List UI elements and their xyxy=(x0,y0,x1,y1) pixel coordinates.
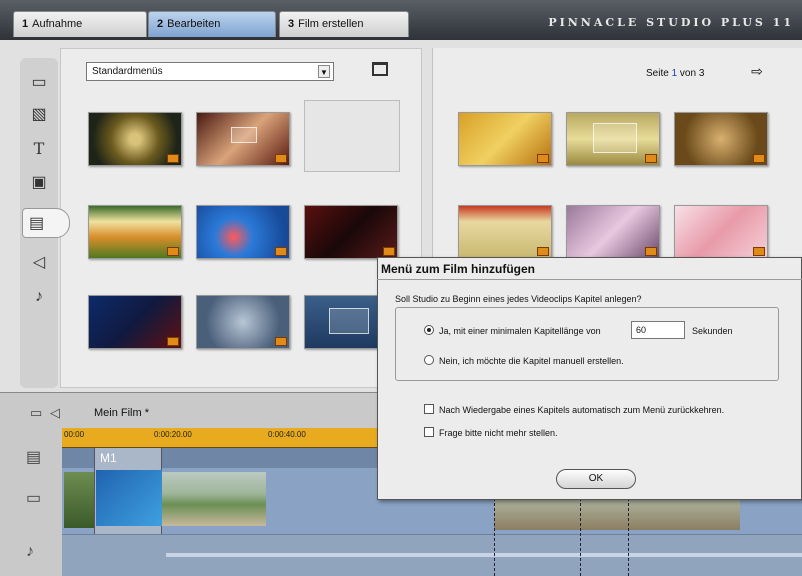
tab-label: Aufnahme xyxy=(32,18,83,30)
video-clip[interactable] xyxy=(162,472,266,526)
film-title: Mein Film * xyxy=(94,407,150,419)
menu-badge-icon xyxy=(167,247,179,256)
disc-menu-icon: ▤ xyxy=(29,215,45,232)
ok-button[interactable]: OK xyxy=(556,469,636,489)
menu-thumbnail[interactable] xyxy=(458,205,552,259)
page-prefix: Seite xyxy=(646,68,672,79)
audio-waveform xyxy=(166,553,802,557)
dialog-question: Soll Studio zu Beginn eines jedes Videoc… xyxy=(395,294,642,304)
menu-thumbnail[interactable] xyxy=(196,295,290,349)
menu-panel xyxy=(329,308,369,334)
menu-thumbnail[interactable] xyxy=(674,112,768,166)
menu-badge-icon xyxy=(645,154,657,163)
transition-icon[interactable]: ▧ xyxy=(28,104,50,126)
menu-thumbnail[interactable] xyxy=(196,205,290,259)
page-indicator: Seite 1 von 3 xyxy=(646,68,704,79)
sound-effects-icon[interactable]: ◁ xyxy=(28,252,50,274)
tab-number: 2 xyxy=(157,18,164,30)
radio-yes[interactable] xyxy=(424,325,434,335)
video-track-icon[interactable]: ▭ xyxy=(30,405,42,421)
return-to-menu-label: Nach Wiedergabe eines Kapitels automatis… xyxy=(439,405,725,415)
menu-badge-icon xyxy=(275,337,287,346)
title-icon[interactable]: T xyxy=(28,138,50,160)
chevron-down-icon[interactable]: ▼ xyxy=(318,65,330,78)
menu-badge-icon xyxy=(167,337,179,346)
menu-thumbnail[interactable] xyxy=(88,205,182,259)
menu-thumbnail[interactable] xyxy=(88,295,182,349)
menu-badge-icon xyxy=(167,154,179,163)
menu-panel xyxy=(593,123,637,153)
ruler-tick: 0:00:40.00 xyxy=(268,430,306,439)
sound-icon[interactable]: ◁ xyxy=(50,405,60,421)
ruler-tick: 0:00:20.00 xyxy=(154,430,192,439)
dont-ask-checkbox[interactable] xyxy=(424,427,434,437)
tab-number: 3 xyxy=(288,18,295,30)
menu-clip[interactable] xyxy=(96,470,162,526)
disc-menu-tool-selected[interactable]: ▤ xyxy=(22,208,70,238)
menu-badge-icon xyxy=(645,247,657,256)
ruler-tick: 00:00 xyxy=(64,430,85,439)
video-clip-icon[interactable]: ▭ xyxy=(28,72,50,94)
menu-badge-icon xyxy=(537,247,549,256)
dont-ask-label: Frage bitte nicht mehr stellen. xyxy=(439,428,558,438)
menu-thumbnail[interactable] xyxy=(566,205,660,259)
tab-film-erstellen[interactable]: 3 Film erstellen xyxy=(279,11,409,37)
menu-track-icon[interactable]: ▤ xyxy=(26,447,41,467)
menu-thumbnail[interactable] xyxy=(566,112,660,166)
tab-number: 1 xyxy=(22,18,29,30)
page-suffix: von 3 xyxy=(677,68,705,79)
menu-panel xyxy=(231,127,257,143)
folder-icon[interactable] xyxy=(372,62,388,76)
radio-no[interactable] xyxy=(424,355,434,365)
video-clip[interactable] xyxy=(64,472,94,528)
length-unit-label: Sekunden xyxy=(692,326,733,336)
video-track-icon[interactable]: ▭ xyxy=(26,488,41,508)
menu-category-select[interactable]: Standardmenüs ▼ xyxy=(86,62,334,81)
chapter-options-group xyxy=(395,307,779,381)
return-to-menu-checkbox[interactable] xyxy=(424,404,434,414)
menu-category-value: Standardmenüs xyxy=(92,66,163,77)
tab-label: Film erstellen xyxy=(298,18,364,30)
photo-icon[interactable]: ▣ xyxy=(28,172,50,194)
tab-aufnahme[interactable]: 1 Aufnahme xyxy=(13,11,147,37)
radio-yes-label: Ja, mit einer minimalen Kapitellänge von xyxy=(439,326,601,336)
tab-label: Bearbeiten xyxy=(167,18,221,30)
music-icon[interactable]: ♪ xyxy=(28,286,50,308)
menu-badge-icon xyxy=(753,247,765,256)
menu-badge-icon xyxy=(275,247,287,256)
menu-thumbnail[interactable] xyxy=(458,112,552,166)
menu-badge-icon xyxy=(275,154,287,163)
tab-bearbeiten[interactable]: 2 Bearbeiten xyxy=(148,11,276,37)
menu-thumbnail-empty[interactable] xyxy=(304,100,400,172)
menu-thumbnail[interactable] xyxy=(88,112,182,166)
brand-logo-text: PINNACLE STUDIO PLUS 11 xyxy=(548,16,794,29)
music-icon[interactable]: ♪ xyxy=(26,543,34,561)
menu-thumbnail[interactable] xyxy=(196,112,290,166)
time-ruler[interactable]: 00:00 0:00:20.00 0:00:40.00 xyxy=(62,428,380,448)
menu-thumbnail[interactable] xyxy=(304,295,378,349)
menu-badge-icon xyxy=(537,154,549,163)
menu-badge-icon xyxy=(753,154,765,163)
dialog-title: Menü zum Film hinzufügen xyxy=(381,262,535,276)
menu-badge-icon xyxy=(383,247,395,256)
dialog-title-divider xyxy=(377,279,802,280)
menu-marker-label: M1 xyxy=(100,451,117,465)
next-page-arrow-icon[interactable]: ⇨ xyxy=(748,62,766,80)
radio-no-label: Nein, ich möchte die Kapitel manuell ers… xyxy=(439,356,624,366)
menu-thumbnail[interactable] xyxy=(674,205,768,259)
chapter-length-input[interactable]: 60 xyxy=(631,321,685,339)
menu-thumbnail[interactable] xyxy=(304,205,398,259)
